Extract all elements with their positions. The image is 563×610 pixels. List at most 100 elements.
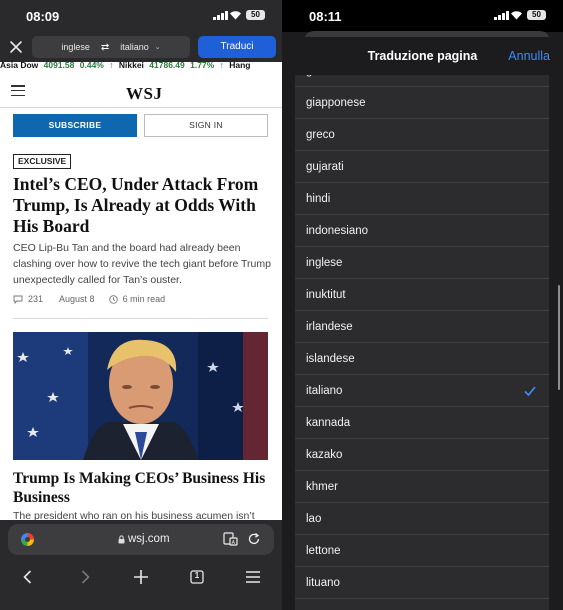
assistant-icon[interactable] (20, 532, 35, 547)
language-option-hindi[interactable]: hindi (295, 183, 549, 215)
status-time: 08:11 (309, 9, 342, 24)
language-label: kannada (306, 417, 351, 429)
translate-page-icon[interactable]: A (223, 532, 238, 546)
ticker-value: 41786.49 (149, 62, 185, 70)
signal-icon (494, 11, 509, 20)
new-tab-icon[interactable] (131, 567, 151, 587)
article-meta: 231 August 8 6 min read (13, 294, 165, 304)
ticker-change: 0.44% (79, 62, 104, 70)
language-option-lettone[interactable]: lettone (295, 535, 549, 567)
subscribe-button[interactable]: SUBSCRIBE (13, 114, 137, 137)
translation-sheet: Traduzione pagina Annulla gallese giappo… (282, 37, 563, 610)
language-option-islandese[interactable]: islandese (295, 343, 549, 375)
language-option-gujarati[interactable]: gujarati (295, 151, 549, 183)
swap-languages-icon[interactable]: ⇄ (101, 42, 109, 53)
source-language: inglese (61, 42, 90, 52)
reload-icon[interactable] (247, 532, 261, 546)
language-option-irlandese[interactable]: irlandese (295, 311, 549, 343)
scrollbar[interactable] (557, 285, 560, 390)
language-option-kazako[interactable]: kazako (295, 439, 549, 471)
article-headline[interactable]: Intel’s CEO, Under Attack From Trump, Is… (13, 174, 275, 237)
language-label: kazako (306, 449, 343, 461)
language-label: khmer (306, 481, 338, 493)
status-bar: 08:09 50 (0, 0, 282, 32)
language-label: giapponese (306, 97, 366, 109)
ticker-name: Nikkei (118, 62, 144, 70)
wsj-logo[interactable]: WSJ (126, 84, 162, 104)
wifi-icon (511, 11, 522, 20)
battery-icon: 50 (527, 10, 546, 20)
menu-icon[interactable] (243, 567, 263, 587)
market-ticker: Asia Dow 4091.58 0.44% ↑ Nikkei 41786.49… (0, 62, 282, 74)
language-label: lituano (306, 577, 340, 589)
wifi-icon (230, 11, 241, 20)
arrow-up-icon: ↑ (109, 62, 114, 70)
language-selector[interactable]: inglese ⇄ italiano ⌄ (32, 36, 190, 58)
article-summary: CEO Lip-Bu Tan and the board had already… (13, 242, 271, 286)
status-bar: 08:11 50 (282, 0, 563, 32)
forward-icon[interactable] (75, 567, 95, 587)
language-option[interactable]: gallese (295, 75, 549, 87)
article-headline-2[interactable]: Trump Is Making CEOs’ Business His Busin… (13, 469, 275, 507)
translate-button[interactable]: Traduci (198, 36, 276, 58)
browser-toolbar: wsj.com A 1 (0, 520, 282, 610)
ticker-change: 1.77% (190, 62, 215, 70)
close-icon[interactable] (8, 39, 24, 55)
signal-icon (213, 11, 228, 20)
language-label: hindi (306, 193, 331, 205)
language-option-giapponese[interactable]: giapponese (295, 87, 549, 119)
target-language: italiano (120, 42, 149, 52)
language-option-lituano[interactable]: lituano (295, 567, 549, 599)
language-option-khmer[interactable]: khmer (295, 471, 549, 503)
article-date: August 8 (59, 294, 95, 304)
language-label: inuktitut (306, 289, 346, 301)
read-time: 6 min read (122, 294, 166, 304)
language-label: greco (306, 129, 335, 141)
tab-count: 1 (194, 571, 200, 580)
checkmark-icon (524, 386, 536, 397)
language-label: islandese (306, 353, 355, 365)
language-label: irlandese (306, 321, 353, 333)
url-display[interactable]: wsj.com (118, 533, 170, 545)
language-option-indonesiano[interactable]: indonesiano (295, 215, 549, 247)
url-text: wsj.com (128, 533, 170, 545)
exclusive-badge: EXCLUSIVE (13, 154, 72, 169)
arrow-up-icon: ↑ (219, 62, 224, 70)
translation-bar: inglese ⇄ italiano ⌄ Traduci (0, 32, 282, 62)
language-option-greco[interactable]: greco (295, 119, 549, 151)
language-label: inglese (306, 257, 343, 269)
tab-switcher-button[interactable]: 1 (187, 567, 207, 587)
language-option-lao[interactable]: lao (295, 503, 549, 535)
language-label: italiano (306, 385, 343, 397)
language-option-inuktitut[interactable]: inuktitut (295, 279, 549, 311)
language-label: lao (306, 513, 322, 525)
sign-in-button[interactable]: SIGN IN (144, 114, 268, 137)
back-icon[interactable] (18, 567, 38, 587)
battery-icon: 50 (246, 10, 265, 20)
ticker-name: Hang (229, 62, 251, 70)
language-label: lettone (306, 545, 341, 557)
divider (13, 318, 268, 319)
cancel-button[interactable]: Annulla (508, 49, 550, 63)
language-option-kannada[interactable]: kannada (295, 407, 549, 439)
site-header: WSJ (0, 76, 282, 108)
address-bar[interactable]: wsj.com A (8, 524, 274, 555)
svg-text:A: A (232, 540, 236, 546)
ticker-value: 4091.58 (43, 62, 75, 70)
chevron-down-icon: ⌄ (154, 44, 161, 51)
lock-icon (118, 534, 125, 543)
language-option-inglese[interactable]: inglese (295, 247, 549, 279)
article-photo[interactable] (13, 332, 268, 460)
ticker-name: Asia Dow (0, 62, 39, 70)
language-list[interactable]: gallese giapponese greco gujarati hindi indo… (295, 75, 549, 610)
comment-icon (13, 295, 23, 304)
clock-icon (108, 294, 118, 304)
browser-nav-row: 1 (0, 564, 282, 592)
status-time: 08:09 (26, 9, 60, 24)
language-option-italiano[interactable]: italiano (295, 375, 549, 407)
comment-count[interactable]: 231 (28, 294, 43, 304)
language-label: indonesiano (306, 225, 369, 237)
right-phone-screen: 08:11 50 Traduzione pagina Annulla galle… (282, 0, 563, 610)
language-label: gujarati (306, 161, 344, 173)
menu-icon[interactable] (11, 85, 25, 97)
